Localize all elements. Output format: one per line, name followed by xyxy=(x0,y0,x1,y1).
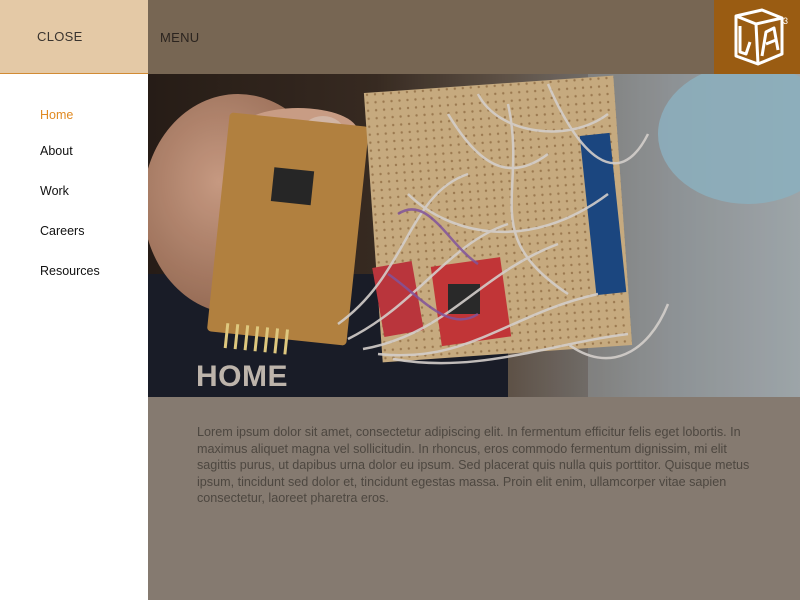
logo[interactable]: 3 xyxy=(714,0,800,74)
sidebar-item-about[interactable]: About xyxy=(40,144,73,158)
sidebar-item-home[interactable]: Home xyxy=(40,108,73,122)
body-text: Lorem ipsum dolor sit amet, consectetur … xyxy=(197,425,750,506)
electronics-circuit-photo xyxy=(148,74,800,397)
sidebar-item-work[interactable]: Work xyxy=(40,184,69,198)
top-bar: CLOSE MENU 3 xyxy=(0,0,800,74)
sidebar-item-resources[interactable]: Resources xyxy=(40,264,100,278)
main-content: Lorem ipsum dolor sit amet, consectetur … xyxy=(148,397,800,600)
sidebar-nav: Home About Work Careers Resources xyxy=(0,74,148,600)
svg-text:3: 3 xyxy=(783,16,788,26)
hero-banner: HOME xyxy=(148,74,800,397)
cube-logo-icon: 3 xyxy=(734,8,788,66)
page-title: HOME xyxy=(196,360,288,393)
menu-button[interactable]: MENU xyxy=(160,0,199,74)
close-button[interactable]: CLOSE xyxy=(0,0,148,74)
sidebar-item-careers[interactable]: Careers xyxy=(40,224,84,238)
